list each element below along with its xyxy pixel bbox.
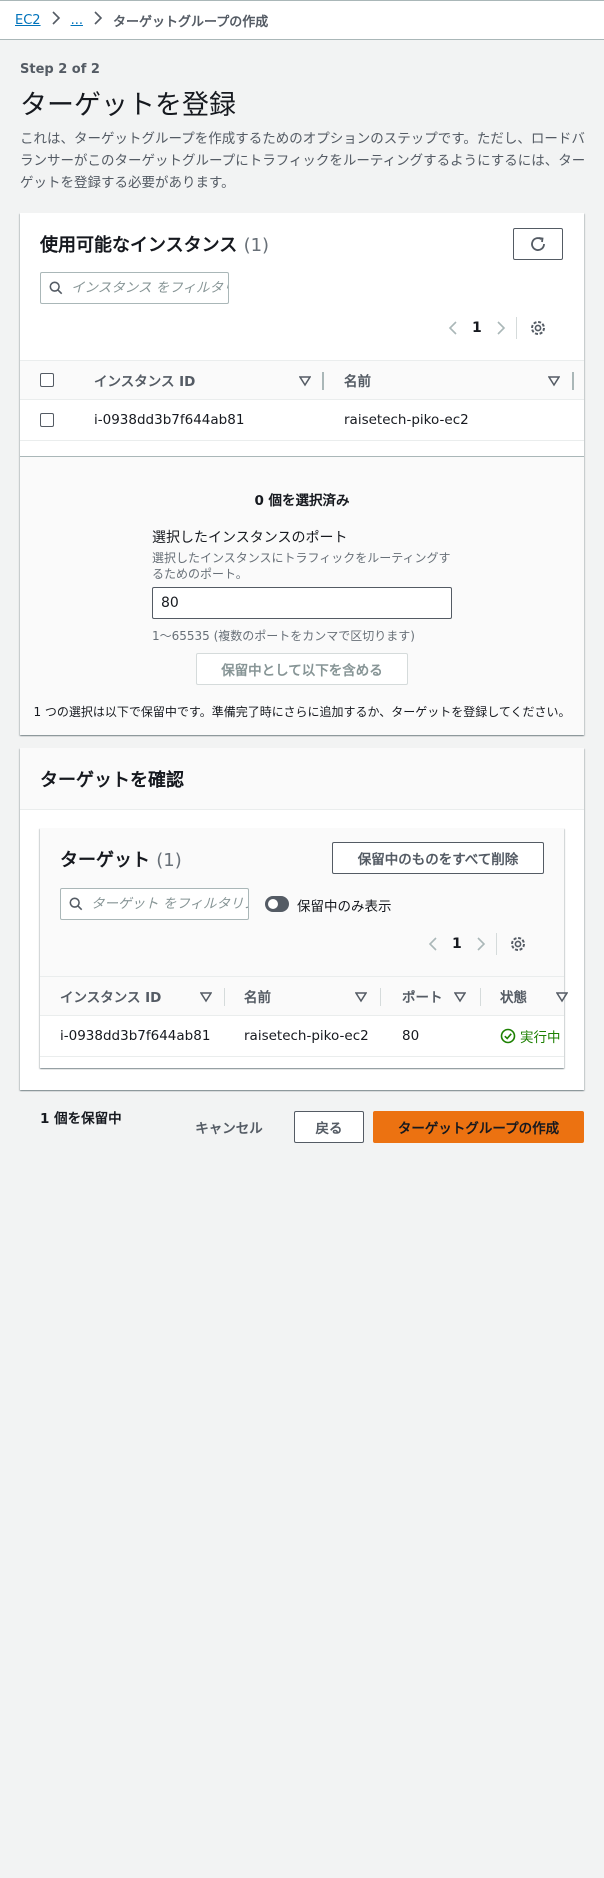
port-input[interactable]: 80 — [152, 587, 452, 619]
port-hint: 1〜65535 (複数のポートをカンマで区切ります) — [152, 629, 415, 643]
toggle-knob — [268, 899, 278, 909]
column-divider — [380, 988, 381, 1006]
instance-search-field[interactable] — [40, 272, 229, 304]
breadcrumb-ellipsis[interactable]: ... — [71, 13, 83, 28]
target-search-input[interactable] — [91, 896, 248, 912]
page-title: ターゲットを登録 — [20, 90, 236, 121]
target-search-field[interactable] — [60, 888, 249, 920]
port-label: 選択したインスタンスのポート — [152, 530, 348, 546]
port-input-value: 80 — [161, 595, 179, 611]
port-selection-section: 0 個を選択済み 選択したインスタンスのポート 選択したインスタンスにトラフィッ… — [20, 456, 584, 735]
target-name-cell: raisetech-piko-ec2 — [244, 1028, 369, 1044]
pager-divider — [495, 933, 497, 955]
column-divider — [224, 988, 225, 1006]
column-header-name[interactable]: 名前 — [344, 361, 371, 399]
sort-icon[interactable] — [556, 991, 568, 1003]
sort-icon[interactable] — [299, 375, 311, 387]
pending-notice: 1 つの選択は以下で保留中です。準備完了時にさらに追加するか、ターゲットを登録し… — [33, 705, 571, 719]
available-instances-panel: 使用可能なインスタンス (1) 1 インスタンス ID 名前 — [20, 213, 584, 735]
gear-icon[interactable] — [509, 935, 527, 953]
breadcrumb-ec2-link[interactable]: EC2 — [15, 13, 41, 28]
page-number[interactable]: 1 — [472, 320, 482, 336]
review-targets-title: ターゲットを確認 — [40, 770, 184, 791]
remove-all-pending-button[interactable]: 保留中のものをすべて削除 — [332, 842, 544, 874]
create-target-group-button[interactable]: ターゲットグループの作成 — [373, 1111, 584, 1143]
step-indicator: Step 2 of 2 — [20, 62, 100, 77]
chevron-right-icon[interactable] — [476, 936, 486, 952]
pending-count: 1 個を保留中 — [40, 1111, 122, 1127]
sort-icon[interactable] — [200, 991, 212, 1003]
chevron-left-icon[interactable] — [428, 936, 438, 952]
refresh-button[interactable] — [513, 228, 563, 260]
sort-icon[interactable] — [454, 991, 466, 1003]
targets-table-container: ターゲット (1) 保留中のものをすべて削除 保留中のみ表示 1 インスタンス … — [40, 828, 568, 1068]
include-as-pending-button[interactable]: 保留中として以下を含める — [196, 653, 408, 685]
column-header-status[interactable]: 状態 — [500, 977, 527, 1015]
target-port-cell: 80 — [402, 1028, 420, 1044]
available-instances-title: 使用可能なインスタンス (1) — [40, 235, 270, 256]
chevron-right-icon[interactable] — [496, 320, 506, 336]
search-icon — [49, 281, 63, 295]
breadcrumb-current: ターゲットグループの作成 — [112, 14, 269, 30]
pager-divider — [515, 317, 517, 339]
search-icon — [69, 897, 83, 911]
instance-id-cell: i-0938dd3b7f644ab81 — [94, 412, 245, 428]
table-row[interactable]: i-0938dd3b7f644ab81 raisetech-piko-ec2 — [20, 400, 584, 441]
back-button[interactable]: 戻る — [294, 1111, 364, 1143]
pagination: 1 — [448, 317, 547, 339]
targets-table-header: インスタンス ID 名前 ポート 状態 — [40, 976, 568, 1016]
column-header-instance-id[interactable]: インスタンス ID — [60, 977, 161, 1015]
targets-title: ターゲット (1) — [60, 850, 182, 871]
pending-only-label: 保留中のみ表示 — [297, 899, 392, 915]
refresh-icon — [531, 237, 545, 251]
sort-icon[interactable] — [355, 991, 367, 1003]
column-header-port[interactable]: ポート — [402, 977, 443, 1015]
breadcrumb: EC2 ... ターゲットグループの作成 — [0, 0, 604, 40]
chevron-left-icon[interactable] — [448, 320, 458, 336]
page-number[interactable]: 1 — [452, 936, 462, 952]
target-instance-id-cell: i-0938dd3b7f644ab81 — [60, 1028, 211, 1044]
column-header-instance-id[interactable]: インスタンス ID — [94, 361, 195, 399]
instance-search-input[interactable] — [71, 280, 228, 296]
chevron-right-icon — [51, 11, 61, 29]
pagination: 1 — [428, 933, 527, 955]
gear-icon[interactable] — [529, 319, 547, 337]
status-text: 実行中 — [520, 1030, 561, 1046]
column-resizer[interactable] — [322, 372, 324, 390]
instance-name-cell: raisetech-piko-ec2 — [344, 412, 469, 428]
pending-only-toggle[interactable] — [265, 896, 289, 912]
check-circle-icon — [500, 1028, 516, 1044]
column-resizer[interactable] — [572, 372, 574, 390]
available-table-header: インスタンス ID 名前 — [20, 360, 584, 400]
table-row[interactable]: i-0938dd3b7f644ab81 raisetech-piko-ec2 8… — [40, 1016, 564, 1057]
selected-count: 0 個を選択済み — [254, 493, 350, 509]
column-divider — [480, 988, 481, 1006]
cancel-button[interactable]: キャンセル — [184, 1111, 274, 1143]
review-targets-panel: ターゲットを確認 ターゲット (1) 保留中のものをすべて削除 保留中のみ表示 … — [20, 748, 584, 1090]
column-header-name[interactable]: 名前 — [244, 977, 271, 1015]
target-status-cell: 実行中 — [500, 1016, 561, 1056]
page-description: これは、ターゲットグループを作成するためのオプションのステップです。ただし、ロー… — [20, 131, 586, 191]
chevron-right-icon — [93, 11, 103, 29]
sort-icon[interactable] — [548, 375, 560, 387]
port-description: 選択したインスタンスにトラフィックをルーティングするためのポート。 — [152, 551, 451, 581]
row-checkbox[interactable] — [40, 413, 54, 427]
select-all-checkbox[interactable] — [40, 373, 54, 387]
